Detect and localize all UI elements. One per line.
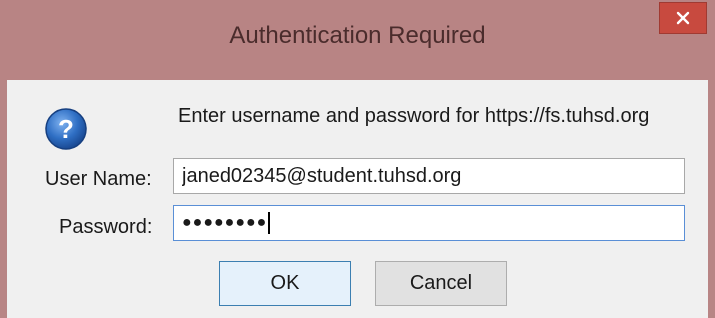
password-label: Password:	[59, 216, 153, 238]
close-icon	[676, 11, 690, 25]
question-icon: ?	[44, 107, 88, 151]
svg-text:?: ?	[58, 114, 74, 144]
cancel-button[interactable]: Cancel	[375, 261, 507, 306]
username-input[interactable]	[173, 158, 685, 194]
password-mask: ●●●●●●●●	[182, 214, 268, 231]
dialog-body: ? Enter username and password for https:…	[7, 80, 708, 318]
password-input[interactable]: ●●●●●●●●	[173, 205, 685, 241]
close-button[interactable]	[659, 2, 707, 34]
auth-message: Enter username and password for https://…	[178, 105, 650, 127]
ok-button[interactable]: OK	[219, 261, 351, 306]
auth-dialog-window: Authentication Required ? Enter username…	[0, 0, 715, 318]
text-caret	[268, 212, 271, 234]
titlebar[interactable]: Authentication Required	[0, 0, 715, 80]
username-label: User Name:	[45, 168, 152, 190]
window-title: Authentication Required	[229, 22, 486, 49]
